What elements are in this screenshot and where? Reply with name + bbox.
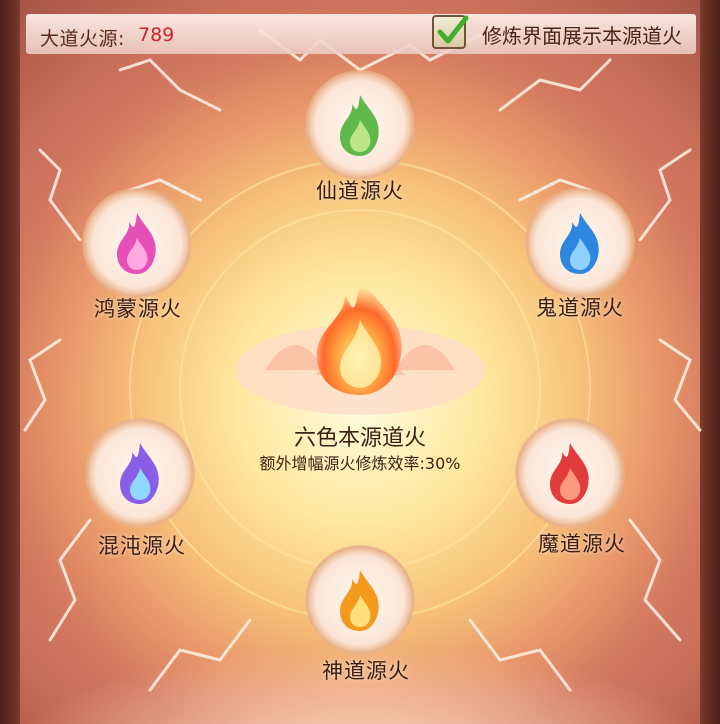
fire-label-demon: 魔道源火	[538, 532, 626, 556]
purple-flame-icon	[120, 443, 159, 504]
fire-label-divine: 神道源火	[322, 659, 410, 683]
pink-flame-icon	[117, 213, 156, 274]
fire-label-chaos: 混沌源火	[98, 534, 186, 558]
fire-node-ghost[interactable]	[525, 188, 635, 298]
checkmark-icon	[437, 15, 469, 44]
fire-label-immortal: 仙道源火	[316, 179, 404, 203]
show-fire-checkbox[interactable]	[432, 15, 469, 49]
fire-node-chaos[interactable]	[85, 418, 195, 528]
fire-node-immortal[interactable]	[305, 70, 415, 180]
fire-node-primordial[interactable]	[82, 188, 192, 298]
fire-panel: 大道火源: 789 修炼界面展示本源道火 六色本源道火 额外增幅源火修炼效率:3…	[0, 0, 720, 724]
show-fire-label[interactable]: 修炼界面展示本源道火	[482, 20, 682, 49]
fire-label-primordial: 鸿蒙源火	[94, 297, 182, 321]
red-flame-icon	[550, 443, 589, 504]
fire-node-demon[interactable]	[515, 418, 625, 528]
orange-flame-icon	[340, 570, 379, 631]
blue-flame-icon	[560, 213, 599, 274]
fire-label-ghost: 鬼道源火	[536, 296, 624, 320]
primal-fire-bonus: 额外增幅源火修炼效率:30%	[259, 454, 461, 473]
primal-fire-icon[interactable]	[225, 250, 495, 420]
green-flame-icon	[340, 95, 379, 156]
primal-fire-title: 六色本源道火	[293, 426, 426, 451]
fire-source-value: 789	[138, 24, 175, 46]
fire-node-divine[interactable]	[305, 545, 415, 655]
fire-source-label: 大道火源:	[40, 28, 125, 50]
